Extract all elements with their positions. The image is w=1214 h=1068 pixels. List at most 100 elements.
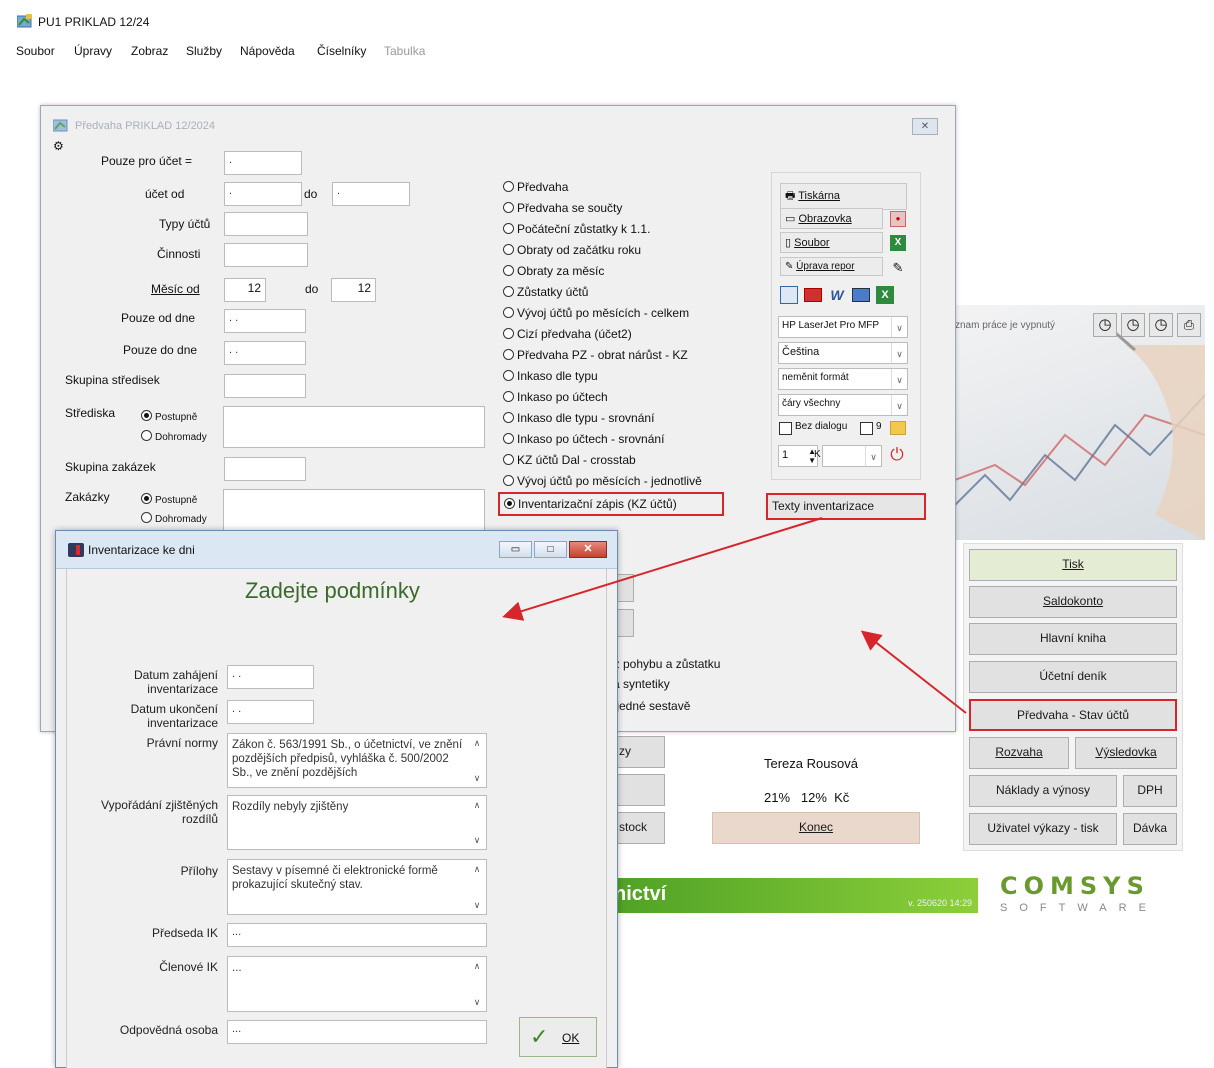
od-dne-field[interactable]: . .: [224, 309, 306, 333]
menu-ciselniky[interactable]: Číselníky: [317, 44, 366, 58]
gear-icon[interactable]: ⚙: [53, 140, 65, 152]
option-cizi-predvaha[interactable]: Cizí předvaha (účet2): [503, 327, 632, 341]
scrollbar[interactable]: ∧ ∨: [470, 862, 484, 912]
mail-icon[interactable]: [804, 288, 822, 302]
soubor-button[interactable]: ▯ Soubor: [780, 232, 883, 253]
menu-zobraz[interactable]: Zobraz: [131, 44, 168, 58]
predseda-field[interactable]: ...: [227, 923, 487, 947]
partial-button-blank[interactable]: [610, 774, 665, 806]
option-pocatecni-zustatky[interactable]: Počáteční zůstatky k 1.1.: [503, 222, 650, 236]
option-obraty-od-zacatku[interactable]: Obraty od začátku roku: [503, 243, 641, 257]
ok-button[interactable]: ✓ OK: [519, 1017, 597, 1057]
texty-inventarizace-button[interactable]: Texty inventarizace: [766, 493, 926, 520]
scrollbar[interactable]: ∧ ∨: [470, 798, 484, 847]
preview-icon[interactable]: [780, 286, 798, 304]
option-obraty-za-mesic[interactable]: Obraty za měsíc: [503, 264, 604, 278]
partial-button-zy[interactable]: zy: [610, 736, 665, 768]
tisk-button[interactable]: Tisk: [969, 549, 1177, 581]
option-inkaso-ucty-srovnani[interactable]: Inkaso po účtech - srovnání: [503, 432, 664, 446]
menu-upravy[interactable]: Úpravy: [74, 44, 112, 58]
option-inventarizacni-zapis[interactable]: Inventarizační zápis (KZ účtů): [498, 492, 724, 516]
tiskarna-button[interactable]: 🖶 Tiskárna: [780, 183, 907, 210]
option-inkaso-ucty[interactable]: Inkaso po účtech: [503, 390, 608, 404]
do-dne-field[interactable]: . .: [224, 341, 306, 365]
skupina-stredisek-field[interactable]: [224, 374, 306, 398]
copies-stepper[interactable]: 1 ▲ ▼: [778, 445, 818, 467]
pouze-ucet-field[interactable]: .: [224, 151, 302, 175]
timer-icon[interactable]: ◷: [1149, 313, 1173, 337]
rozvaha-button[interactable]: Rozvaha: [969, 737, 1069, 769]
menu-napoveda[interactable]: Nápověda: [240, 44, 295, 58]
predvaha-button[interactable]: Předvaha - Stav účtů: [969, 699, 1177, 731]
obrazovka-button[interactable]: ▭ Obrazovka: [780, 208, 883, 229]
typy-uctu-field[interactable]: [224, 212, 308, 236]
close-icon[interactable]: ✕: [912, 118, 938, 135]
uprava-reportu-button[interactable]: ✎ Úprava repor: [780, 257, 883, 276]
image-icon[interactable]: [852, 288, 870, 302]
strediska-field[interactable]: [223, 406, 485, 448]
maximize-icon[interactable]: □: [534, 541, 567, 558]
menu-sluzby[interactable]: Služby: [186, 44, 222, 58]
folder-icon[interactable]: [890, 421, 906, 435]
strediska-dohromady-radio[interactable]: Dohromady: [141, 430, 207, 443]
hlavni-kniha-button[interactable]: Hlavní kniha: [969, 623, 1177, 655]
option-inkaso-typ[interactable]: Inkaso dle typu: [503, 369, 598, 383]
bez-dialogu-checkbox[interactable]: [779, 422, 792, 435]
zakazky-dohromady-radio[interactable]: Dohromady: [141, 512, 207, 525]
timer-icon[interactable]: ◷: [1121, 313, 1145, 337]
menu-tabulka[interactable]: Tabulka: [384, 44, 425, 58]
excel-icon[interactable]: X: [890, 235, 906, 251]
option-predvaha-soucty[interactable]: Předvaha se součty: [503, 201, 622, 215]
option-vyvoj-jednotlive[interactable]: Vývoj účtů po měsících - jednotlivě: [503, 474, 702, 488]
menu-soubor[interactable]: Soubor: [16, 44, 55, 58]
uzivatel-vykazy-button[interactable]: Uživatel výkazy - tisk: [969, 813, 1117, 845]
datum-zahajeni-field[interactable]: . .: [227, 665, 314, 689]
excel-icon[interactable]: X: [876, 286, 894, 304]
zakazky-postupne-radio[interactable]: Postupně: [141, 493, 197, 506]
minimize-icon[interactable]: ▭: [499, 541, 532, 558]
strediska-postupne-radio[interactable]: Postupně: [141, 410, 197, 423]
odpovedna-osoba-field[interactable]: ...: [227, 1020, 487, 1044]
vysledovka-button[interactable]: Výsledovka: [1075, 737, 1177, 769]
option-inkaso-typ-srovnani[interactable]: Inkaso dle typu - srovnání: [503, 411, 654, 425]
saldokonto-button[interactable]: Saldokonto: [969, 586, 1177, 618]
option-vyvoj-celkem[interactable]: Vývoj účtů po měsících - celkem: [503, 306, 689, 320]
datum-ukonceni-field[interactable]: . .: [227, 700, 314, 724]
ucet-do-field[interactable]: .: [332, 182, 410, 206]
option-predvaha[interactable]: Předvaha: [503, 180, 568, 194]
option-predvaha-pz[interactable]: Předvaha PZ - obrat nárůst - KZ: [503, 348, 688, 362]
mesic-od-field[interactable]: 12: [224, 278, 266, 302]
close-icon[interactable]: ✕: [569, 541, 607, 558]
pravni-normy-textarea[interactable]: Zákon č. 563/1991 Sb., o účetnictví, ve …: [227, 733, 487, 788]
cinnosti-field[interactable]: [224, 243, 308, 267]
designer-icon[interactable]: ✎: [890, 260, 906, 276]
timer-icon[interactable]: ◷: [1093, 313, 1117, 337]
pdf-icon[interactable]: ●: [890, 211, 906, 227]
lines-select[interactable]: čáry všechny ∨: [778, 394, 908, 416]
konec-button[interactable]: Konec: [712, 812, 920, 844]
nine-checkbox[interactable]: [860, 422, 873, 435]
scrollbar[interactable]: ∧ ∨: [470, 959, 484, 1009]
naklady-vynosy-button[interactable]: Náklady a výnosy: [969, 775, 1117, 807]
word-icon[interactable]: W: [828, 286, 846, 304]
skupina-zakazek-field[interactable]: [224, 457, 306, 481]
partial-button-stock[interactable]: stock: [610, 812, 665, 844]
power-icon[interactable]: ⏻: [887, 445, 907, 465]
printer-icon[interactable]: ⎙: [1177, 313, 1201, 337]
dph-button[interactable]: DPH: [1123, 775, 1177, 807]
language-select[interactable]: Čeština ∨: [778, 342, 908, 364]
davka-button[interactable]: Dávka: [1123, 813, 1177, 845]
ucet-od-field[interactable]: .: [224, 182, 302, 206]
k-select[interactable]: ∨: [822, 445, 882, 467]
vyporadani-textarea[interactable]: Rozdíly nebyly zjištěny ∧ ∨: [227, 795, 487, 850]
prilohy-textarea[interactable]: Sestavy v písemné či elektronické formě …: [227, 859, 487, 915]
option-kz-crosstab[interactable]: KZ účtů Dal - crosstab: [503, 453, 636, 467]
scrollbar[interactable]: ∧ ∨: [470, 736, 484, 785]
ucetni-denik-button[interactable]: Účetní deník: [969, 661, 1177, 693]
clenove-textarea[interactable]: ... ∧ ∨: [227, 956, 487, 1012]
mesic-do-field[interactable]: 12: [331, 278, 376, 302]
printer-select[interactable]: HP LaserJet Pro MFP ∨: [778, 316, 908, 338]
format-select[interactable]: neměnit formát ∨: [778, 368, 908, 390]
zakazky-field[interactable]: [223, 489, 485, 531]
option-zustatky-uctu[interactable]: Zůstatky účtů: [503, 285, 588, 299]
